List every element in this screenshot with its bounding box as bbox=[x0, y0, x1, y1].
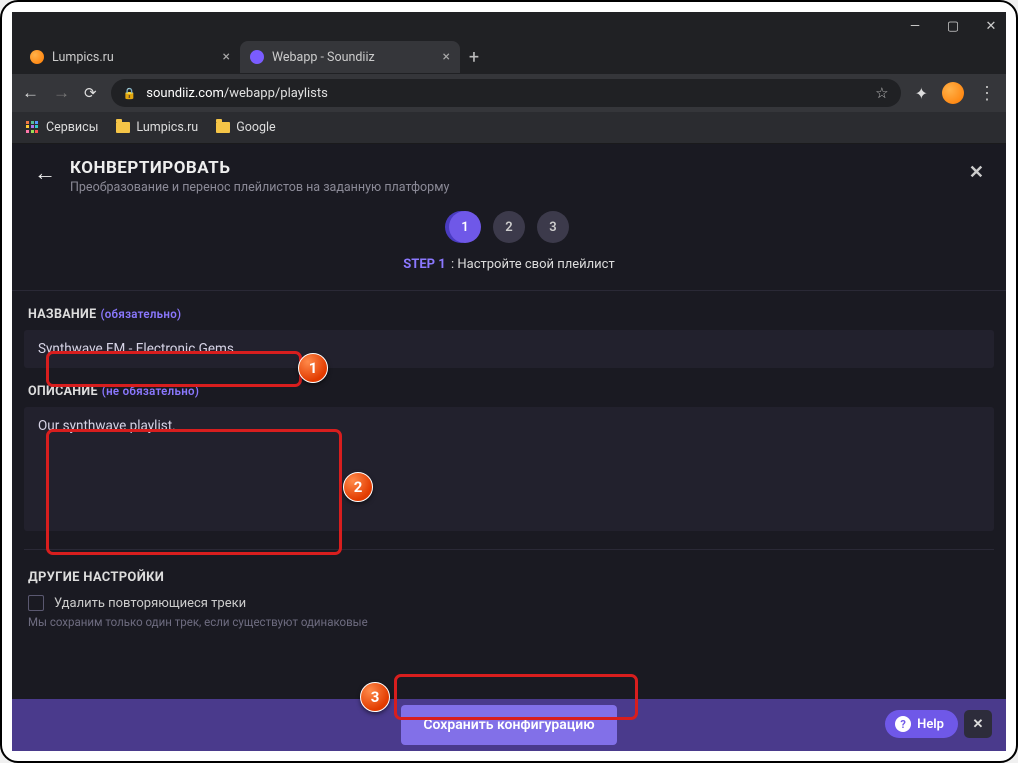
back-button[interactable]: ← bbox=[22, 83, 39, 103]
favicon-icon bbox=[30, 50, 44, 64]
step-1[interactable]: 1 bbox=[449, 211, 481, 243]
annotation-callout-2: 2 bbox=[343, 472, 373, 502]
forward-button[interactable]: → bbox=[53, 83, 70, 103]
folder-icon bbox=[116, 122, 130, 133]
remove-duplicates-checkbox[interactable] bbox=[28, 595, 44, 611]
url-text: soundiiz.com/webapp/playlists bbox=[146, 86, 328, 101]
apps-grid-icon bbox=[26, 121, 40, 135]
back-arrow-icon[interactable]: ← bbox=[34, 160, 56, 186]
lock-icon: 🔒 bbox=[123, 87, 137, 100]
tab-strip: Lumpics.ru × Webapp - Soundiiz × + bbox=[12, 40, 1006, 74]
extensions-icon[interactable]: ✦ bbox=[915, 84, 928, 103]
close-tab-icon[interactable]: × bbox=[223, 49, 230, 65]
address-toolbar: ← → ⟳ 🔒 soundiiz.com/webapp/playlists ☆ … bbox=[12, 74, 1006, 112]
remove-duplicates-label: Удалить повторяющиеся треки bbox=[54, 596, 246, 611]
close-window-button[interactable]: ✕ bbox=[984, 19, 998, 33]
profile-avatar[interactable] bbox=[942, 82, 964, 104]
help-button[interactable]: ? Help bbox=[885, 710, 958, 738]
bookmark-google[interactable]: Google bbox=[216, 120, 275, 135]
save-configuration-button[interactable]: Сохранить конфигурацию bbox=[401, 705, 616, 745]
bookmark-label: Google bbox=[236, 120, 275, 135]
page-content: ← КОНВЕРТИРОВАТЬ Преобразование и перено… bbox=[12, 144, 1006, 751]
annotation-callout-3: 3 bbox=[360, 682, 390, 712]
duplicates-hint: Мы сохраним только один трек, если сущес… bbox=[28, 615, 994, 629]
step-indicator: 1 2 3 bbox=[12, 211, 1006, 243]
annotation-callout-1: 1 bbox=[298, 353, 328, 383]
help-close-button[interactable]: ✕ bbox=[964, 710, 992, 738]
bookmark-label: Сервисы bbox=[46, 120, 98, 135]
tab-title: Lumpics.ru bbox=[52, 50, 114, 65]
step-caption: STEP 1 : Настройте свой плейлист bbox=[12, 257, 1006, 272]
bookmark-lumpics[interactable]: Lumpics.ru bbox=[116, 120, 198, 135]
name-label: НАЗВАНИЕ(обязательно) bbox=[28, 307, 994, 322]
playlist-name-input[interactable] bbox=[24, 330, 994, 368]
bookmarks-bar: Сервисы Lumpics.ru Google bbox=[12, 112, 1006, 144]
maximize-button[interactable]: ▢ bbox=[946, 19, 960, 33]
description-label: ОПИСАНИЕ(не обязательно) bbox=[28, 384, 994, 399]
favicon-icon bbox=[250, 50, 264, 64]
menu-button[interactable]: ⋮ bbox=[978, 83, 996, 104]
footer-bar: Сохранить конфигурацию bbox=[12, 699, 1006, 751]
url-bar[interactable]: 🔒 soundiiz.com/webapp/playlists ☆ bbox=[111, 79, 901, 107]
new-tab-button[interactable]: + bbox=[460, 43, 488, 71]
bookmark-star-icon[interactable]: ☆ bbox=[875, 84, 888, 102]
step-3[interactable]: 3 bbox=[537, 211, 569, 243]
page-title: КОНВЕРТИРОВАТЬ bbox=[70, 158, 449, 178]
playlist-description-input[interactable] bbox=[24, 407, 994, 527]
close-modal-button[interactable]: ✕ bbox=[969, 162, 984, 183]
page-subtitle: Преобразование и перенос плейлистов на з… bbox=[70, 180, 449, 195]
bookmark-services[interactable]: Сервисы bbox=[26, 120, 98, 135]
step-2[interactable]: 2 bbox=[493, 211, 525, 243]
help-icon: ? bbox=[895, 716, 911, 732]
close-tab-icon[interactable]: × bbox=[443, 49, 450, 65]
reload-button[interactable]: ⟳ bbox=[84, 84, 97, 102]
folder-icon bbox=[216, 122, 230, 133]
bookmark-label: Lumpics.ru bbox=[136, 120, 198, 135]
other-settings-label: ДРУГИЕ НАСТРОЙКИ bbox=[28, 570, 994, 585]
divider bbox=[24, 549, 994, 550]
minimize-button[interactable]: — bbox=[908, 19, 922, 33]
divider bbox=[12, 290, 1006, 291]
tab-title: Webapp - Soundiiz bbox=[272, 50, 375, 65]
tab-soundiiz[interactable]: Webapp - Soundiiz × bbox=[240, 41, 460, 73]
tab-lumpics[interactable]: Lumpics.ru × bbox=[20, 41, 240, 73]
help-label: Help bbox=[917, 717, 944, 732]
